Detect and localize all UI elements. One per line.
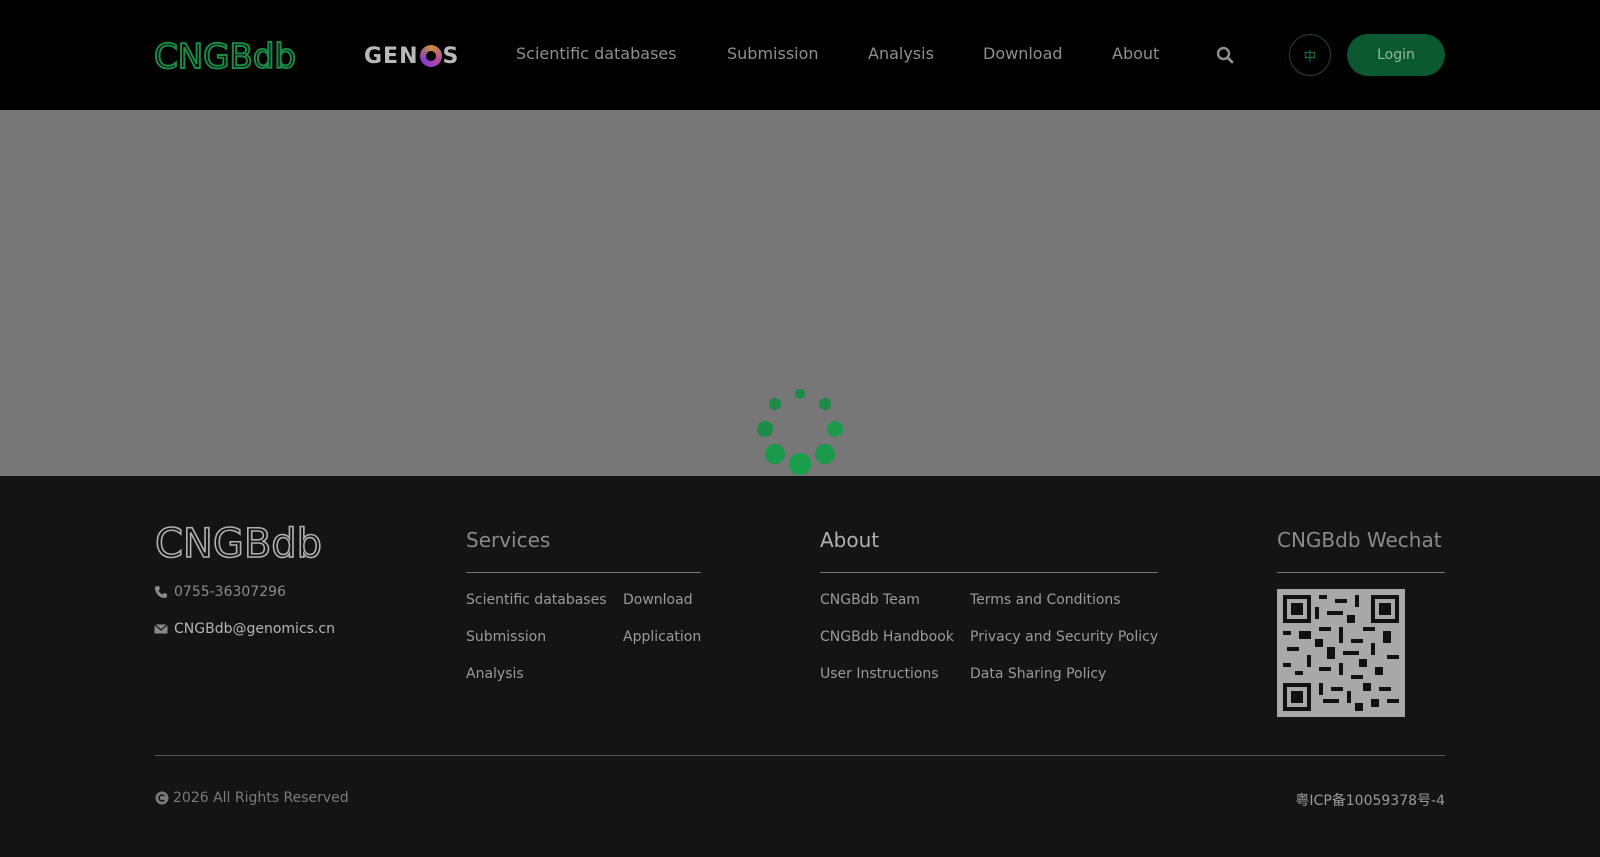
genos-logo[interactable]: GEN S — [364, 42, 459, 70]
copyright-text: 2026 All Rights Reserved — [173, 790, 349, 806]
footer-link-submission[interactable]: Submission — [466, 629, 546, 645]
copyright-notice: 2026 All Rights Reserved — [155, 790, 349, 806]
nav-download[interactable]: Download — [983, 44, 1063, 63]
footer-link-download[interactable]: Download — [623, 592, 693, 608]
footer-link-privacy[interactable]: Privacy and Security Policy — [970, 629, 1158, 645]
language-toggle-button[interactable]: 中 — [1289, 34, 1331, 76]
footer-link-terms[interactable]: Terms and Conditions — [970, 592, 1121, 608]
footer-link-analysis[interactable]: Analysis — [466, 666, 524, 682]
footer-link-application[interactable]: Application — [623, 629, 701, 645]
top-navigation-bar: CNGBdb GEN S Scientific databases Submiss… — [0, 0, 1600, 110]
footer-cngbdb-logo: CNGBdb — [155, 524, 323, 562]
footer-link-handbook[interactable]: CNGBdb Handbook — [820, 629, 954, 645]
footer-link-data-sharing[interactable]: Data Sharing Policy — [970, 666, 1106, 682]
copyright-icon — [155, 791, 169, 805]
nav-analysis[interactable]: Analysis — [868, 44, 934, 63]
services-heading: Services — [466, 528, 551, 552]
about-heading: About — [820, 528, 880, 552]
svg-text:CNGBdb: CNGBdb — [155, 524, 322, 562]
envelope-icon — [154, 624, 168, 634]
icp-license-link[interactable]: 粤ICP备10059378号-4 — [1295, 790, 1445, 810]
qr-code-icon — [1283, 595, 1399, 711]
wechat-heading: CNGBdb Wechat — [1277, 528, 1442, 552]
nav-submission[interactable]: Submission — [727, 44, 819, 63]
about-divider — [820, 572, 1158, 573]
login-button[interactable]: Login — [1347, 34, 1445, 76]
search-icon[interactable] — [1216, 46, 1234, 64]
genos-ring-icon — [419, 45, 442, 67]
nav-about[interactable]: About — [1112, 44, 1159, 63]
services-divider — [466, 572, 701, 573]
footer-link-user-instructions[interactable]: User Instructions — [820, 666, 939, 682]
genos-wordmark: GEN S — [364, 43, 460, 69]
footer-link-scientific-databases[interactable]: Scientific databases — [466, 592, 607, 608]
footer-link-cngbdb-team[interactable]: CNGBdb Team — [820, 592, 920, 608]
phone-icon — [155, 586, 167, 598]
loading-spinner-icon — [757, 389, 843, 475]
svg-text:CNGBdb: CNGBdb — [154, 37, 296, 74]
wechat-qr-code — [1277, 589, 1405, 717]
footer-phone: 0755-36307296 — [154, 584, 286, 600]
phone-number: 0755-36307296 — [174, 584, 286, 600]
footer-email[interactable]: CNGBdb@genomics.cn — [154, 621, 335, 637]
footer-bottom-divider — [155, 755, 1445, 756]
email-address[interactable]: CNGBdb@genomics.cn — [174, 621, 335, 637]
wechat-divider — [1277, 572, 1445, 573]
nav-scientific-databases[interactable]: Scientific databases — [516, 44, 677, 63]
cngbdb-logo[interactable]: CNGBdb — [154, 36, 314, 74]
